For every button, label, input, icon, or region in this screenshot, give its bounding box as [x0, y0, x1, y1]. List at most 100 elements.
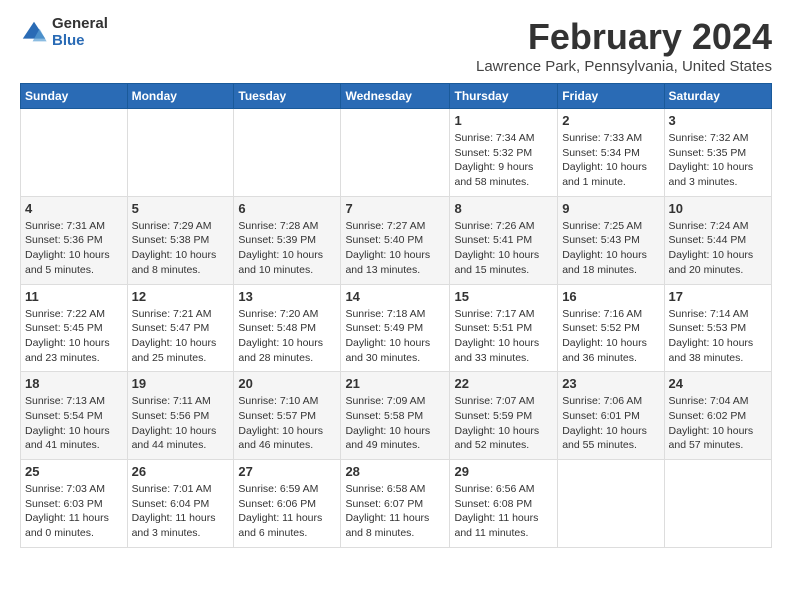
day-info: Sunrise: 7:04 AMSunset: 6:02 PMDaylight:…	[669, 394, 767, 453]
day-number: 27	[238, 464, 336, 479]
title-block: February 2024 Lawrence Park, Pennsylvani…	[476, 16, 772, 75]
logo: General Blue	[20, 16, 108, 49]
calendar-cell: 10 Sunrise: 7:24 AMSunset: 5:44 PMDayligh…	[664, 196, 771, 284]
day-number: 4	[25, 201, 123, 216]
day-info: Sunrise: 6:56 AMSunset: 6:08 PMDaylight:…	[454, 482, 553, 541]
calendar-table: SundayMondayTuesdayWednesdayThursdayFrid…	[20, 83, 772, 548]
day-number: 20	[238, 376, 336, 391]
calendar-cell: 16 Sunrise: 7:16 AMSunset: 5:52 PMDayligh…	[558, 284, 664, 372]
day-number: 3	[669, 113, 767, 128]
day-number: 14	[345, 289, 445, 304]
calendar-cell: 14Sunrise: 7:18 AMSunset: 5:49 PMDayligh…	[341, 284, 450, 372]
day-info: Sunrise: 7:29 AMSunset: 5:38 PMDaylight:…	[132, 219, 230, 278]
calendar-cell: 2 Sunrise: 7:33 AMSunset: 5:34 PMDaylight…	[558, 109, 664, 197]
day-info: Sunrise: 7:09 AMSunset: 5:58 PMDaylight:…	[345, 394, 445, 453]
calendar-cell: 9 Sunrise: 7:25 AMSunset: 5:43 PMDaylight…	[558, 196, 664, 284]
calendar-cell: 17Sunrise: 7:14 AMSunset: 5:53 PMDayligh…	[664, 284, 771, 372]
day-info: Sunrise: 7:21 AMSunset: 5:47 PMDaylight:…	[132, 307, 230, 366]
day-number: 2	[562, 113, 659, 128]
day-info: Sunrise: 7:01 AMSunset: 6:04 PMDaylight:…	[132, 482, 230, 541]
weekday-header-friday: Friday	[558, 84, 664, 109]
weekday-header-sunday: Sunday	[21, 84, 128, 109]
day-info: Sunrise: 7:33 AMSunset: 5:34 PMDaylight:…	[562, 131, 659, 190]
day-info: Sunrise: 7:32 AMSunset: 5:35 PMDaylight:…	[669, 131, 767, 190]
calendar-cell: 11 Sunrise: 7:22 AMSunset: 5:45 PMDayligh…	[21, 284, 128, 372]
day-number: 7	[345, 201, 445, 216]
day-info: Sunrise: 7:16 AMSunset: 5:52 PMDaylight:…	[562, 307, 659, 366]
day-number: 11	[25, 289, 123, 304]
calendar-cell	[21, 109, 128, 197]
day-info: Sunrise: 7:07 AMSunset: 5:59 PMDaylight:…	[454, 394, 553, 453]
day-number: 16	[562, 289, 659, 304]
day-number: 1	[454, 113, 553, 128]
day-number: 22	[454, 376, 553, 391]
day-info: Sunrise: 7:28 AMSunset: 5:39 PMDaylight:…	[238, 219, 336, 278]
calendar-week-row: 1 Sunrise: 7:34 AMSunset: 5:32 PMDaylight…	[21, 109, 772, 197]
month-title: February 2024	[476, 16, 772, 58]
day-info: Sunrise: 7:11 AMSunset: 5:56 PMDaylight:…	[132, 394, 230, 453]
day-info: Sunrise: 7:10 AMSunset: 5:57 PMDaylight:…	[238, 394, 336, 453]
weekday-header-tuesday: Tuesday	[234, 84, 341, 109]
day-number: 8	[454, 201, 553, 216]
day-info: Sunrise: 7:31 AMSunset: 5:36 PMDaylight:…	[25, 219, 123, 278]
calendar-cell: 8Sunrise: 7:26 AMSunset: 5:41 PMDaylight…	[450, 196, 558, 284]
day-info: Sunrise: 7:20 AMSunset: 5:48 PMDaylight:…	[238, 307, 336, 366]
day-info: Sunrise: 6:58 AMSunset: 6:07 PMDaylight:…	[345, 482, 445, 541]
calendar-week-row: 18Sunrise: 7:13 AMSunset: 5:54 PMDayligh…	[21, 372, 772, 460]
weekday-header-row: SundayMondayTuesdayWednesdayThursdayFrid…	[21, 84, 772, 109]
day-number: 15	[454, 289, 553, 304]
calendar-body: 1 Sunrise: 7:34 AMSunset: 5:32 PMDaylight…	[21, 109, 772, 548]
calendar-cell: 29 Sunrise: 6:56 AMSunset: 6:08 PMDayligh…	[450, 460, 558, 548]
calendar-cell	[558, 460, 664, 548]
day-number: 23	[562, 376, 659, 391]
weekday-header-monday: Monday	[127, 84, 234, 109]
day-info: Sunrise: 7:34 AMSunset: 5:32 PMDaylight:…	[454, 131, 553, 190]
day-number: 18	[25, 376, 123, 391]
logo-general-text: General	[52, 16, 108, 33]
calendar-cell: 13Sunrise: 7:20 AMSunset: 5:48 PMDayligh…	[234, 284, 341, 372]
calendar-week-row: 11 Sunrise: 7:22 AMSunset: 5:45 PMDayligh…	[21, 284, 772, 372]
logo-blue-text: Blue	[52, 33, 108, 50]
day-number: 28	[345, 464, 445, 479]
calendar-cell: 3 Sunrise: 7:32 AMSunset: 5:35 PMDaylight…	[664, 109, 771, 197]
day-info: Sunrise: 7:22 AMSunset: 5:45 PMDaylight:…	[25, 307, 123, 366]
page-header: General Blue February 2024 Lawrence Park…	[20, 16, 772, 75]
calendar-cell: 28 Sunrise: 6:58 AMSunset: 6:07 PMDayligh…	[341, 460, 450, 548]
calendar-cell: 26 Sunrise: 7:01 AMSunset: 6:04 PMDayligh…	[127, 460, 234, 548]
calendar-cell: 18Sunrise: 7:13 AMSunset: 5:54 PMDayligh…	[21, 372, 128, 460]
day-number: 25	[25, 464, 123, 479]
day-number: 26	[132, 464, 230, 479]
calendar-cell: 24 Sunrise: 7:04 AMSunset: 6:02 PMDayligh…	[664, 372, 771, 460]
location-title: Lawrence Park, Pennsylvania, United Stat…	[476, 58, 772, 75]
calendar-header: SundayMondayTuesdayWednesdayThursdayFrid…	[21, 84, 772, 109]
day-number: 5	[132, 201, 230, 216]
logo-icon	[20, 19, 48, 47]
calendar-cell: 21 Sunrise: 7:09 AMSunset: 5:58 PMDayligh…	[341, 372, 450, 460]
day-info: Sunrise: 7:24 AMSunset: 5:44 PMDaylight:…	[669, 219, 767, 278]
calendar-cell: 1 Sunrise: 7:34 AMSunset: 5:32 PMDaylight…	[450, 109, 558, 197]
calendar-cell	[341, 109, 450, 197]
day-info: Sunrise: 7:06 AMSunset: 6:01 PMDaylight:…	[562, 394, 659, 453]
calendar-cell	[127, 109, 234, 197]
calendar-cell: 20 Sunrise: 7:10 AMSunset: 5:57 PMDayligh…	[234, 372, 341, 460]
calendar-cell: 12Sunrise: 7:21 AMSunset: 5:47 PMDayligh…	[127, 284, 234, 372]
day-number: 29	[454, 464, 553, 479]
day-number: 19	[132, 376, 230, 391]
day-number: 17	[669, 289, 767, 304]
calendar-cell: 15 Sunrise: 7:17 AMSunset: 5:51 PMDayligh…	[450, 284, 558, 372]
calendar-cell: 4 Sunrise: 7:31 AMSunset: 5:36 PMDaylight…	[21, 196, 128, 284]
day-info: Sunrise: 6:59 AMSunset: 6:06 PMDaylight:…	[238, 482, 336, 541]
day-number: 9	[562, 201, 659, 216]
weekday-header-saturday: Saturday	[664, 84, 771, 109]
calendar-week-row: 25Sunrise: 7:03 AMSunset: 6:03 PMDayligh…	[21, 460, 772, 548]
calendar-cell: 23 Sunrise: 7:06 AMSunset: 6:01 PMDayligh…	[558, 372, 664, 460]
calendar-week-row: 4 Sunrise: 7:31 AMSunset: 5:36 PMDaylight…	[21, 196, 772, 284]
day-number: 10	[669, 201, 767, 216]
day-info: Sunrise: 7:25 AMSunset: 5:43 PMDaylight:…	[562, 219, 659, 278]
weekday-header-wednesday: Wednesday	[341, 84, 450, 109]
day-number: 24	[669, 376, 767, 391]
day-info: Sunrise: 7:17 AMSunset: 5:51 PMDaylight:…	[454, 307, 553, 366]
calendar-cell: 22 Sunrise: 7:07 AMSunset: 5:59 PMDayligh…	[450, 372, 558, 460]
day-number: 21	[345, 376, 445, 391]
weekday-header-thursday: Thursday	[450, 84, 558, 109]
